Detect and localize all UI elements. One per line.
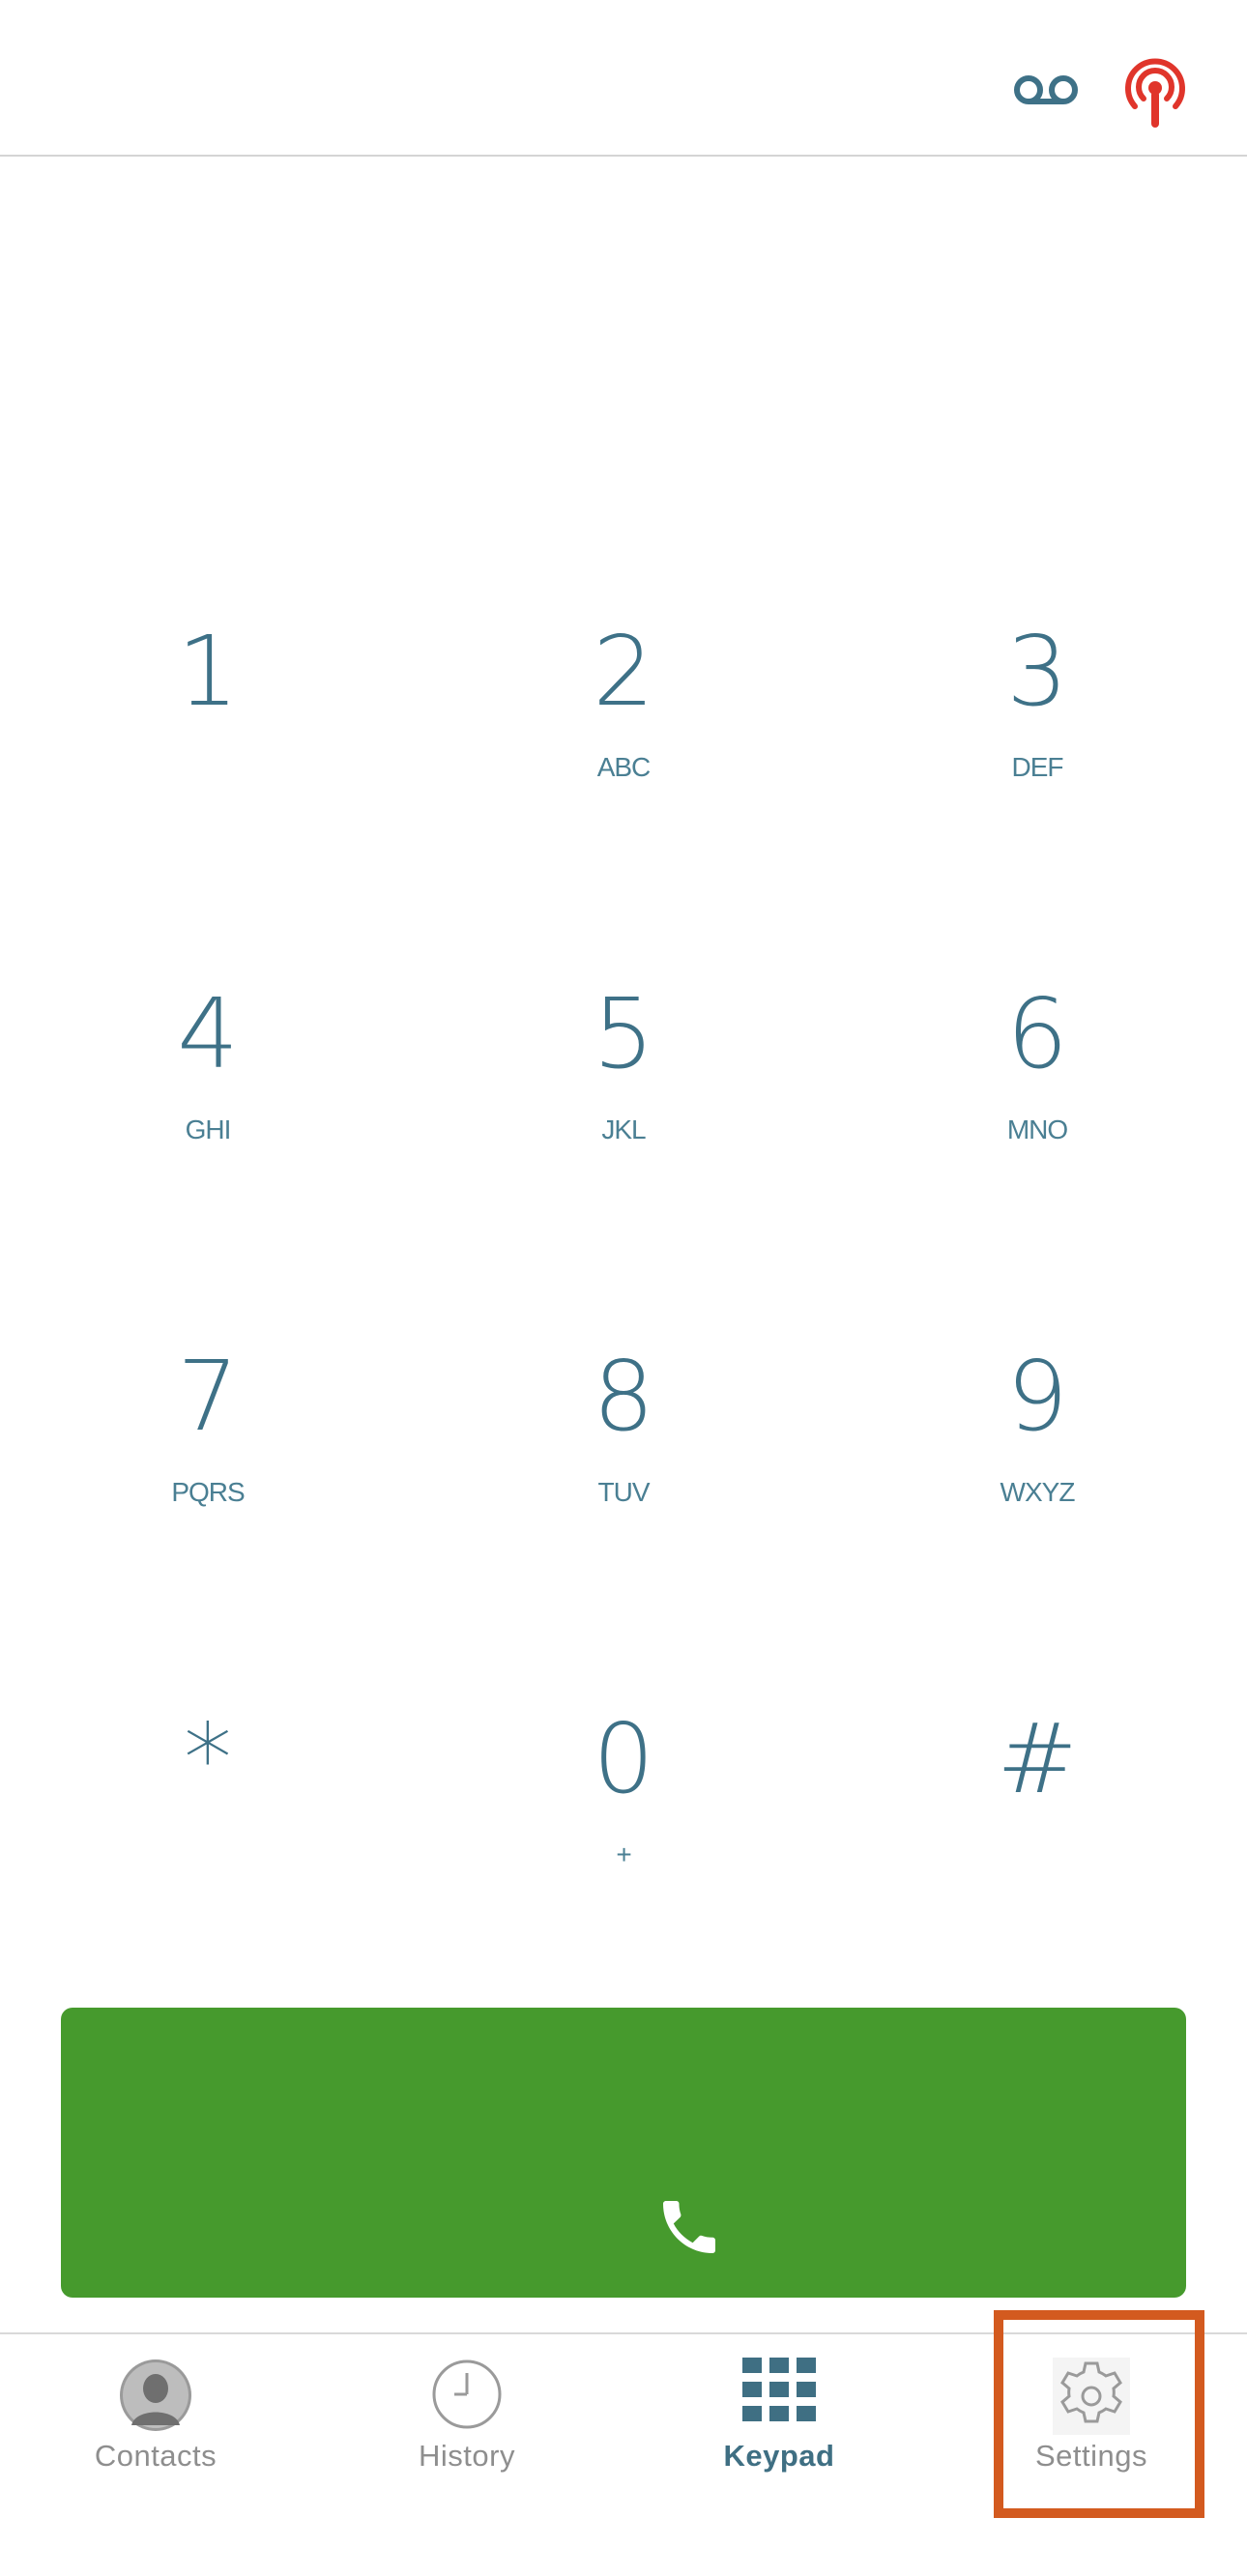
phone-icon: [663, 2201, 715, 2253]
key-letters: +: [616, 1839, 631, 1869]
tab-contacts[interactable]: Contacts: [0, 2334, 311, 2528]
key-8[interactable]: 8 TUV: [478, 1305, 768, 1595]
key-letters: MNO: [1006, 1114, 1068, 1144]
tab-bar: Contacts History Keypad Settings: [0, 2332, 1247, 2576]
key-4[interactable]: 4 GHI: [63, 942, 353, 1232]
key-digit: 4: [177, 977, 239, 1090]
contacts-icon: [120, 2359, 191, 2431]
key-star[interactable]: *: [63, 1667, 353, 1957]
tab-label: Keypad: [723, 2439, 835, 2473]
key-digit: 0: [593, 1702, 654, 1815]
broadcast-icon[interactable]: [1121, 56, 1189, 130]
key-digit: #: [997, 1702, 1078, 1815]
key-letters: PQRS: [171, 1477, 245, 1507]
key-letters: GHI: [185, 1114, 232, 1144]
key-7[interactable]: 7 PQRS: [63, 1305, 353, 1595]
gear-icon: [1053, 2358, 1130, 2435]
tab-label: Contacts: [94, 2439, 218, 2473]
key-3[interactable]: 3 DEF: [892, 580, 1182, 870]
key-digit: 3: [1006, 615, 1068, 728]
top-bar: [0, 0, 1247, 157]
key-2[interactable]: 2 ABC: [478, 580, 768, 870]
tab-keypad[interactable]: Keypad: [624, 2334, 935, 2528]
key-9[interactable]: 9 WXYZ: [892, 1305, 1182, 1595]
key-5[interactable]: 5 JKL: [478, 942, 768, 1232]
key-digit: 7: [177, 1340, 239, 1453]
voicemail-icon[interactable]: [1013, 72, 1079, 107]
key-letters: ABC: [596, 752, 652, 782]
call-button[interactable]: [61, 2008, 1186, 2298]
tab-label: History: [419, 2439, 515, 2473]
tab-label: Settings: [1034, 2439, 1147, 2473]
key-letters: DEF: [1011, 752, 1064, 782]
key-letters: TUV: [597, 1477, 651, 1507]
keypad-grid-icon: [742, 2358, 816, 2421]
clock-icon: [432, 2359, 502, 2429]
key-0[interactable]: 0 +: [478, 1667, 768, 1957]
key-digit: 9: [1006, 1340, 1068, 1453]
key-digit: 1: [177, 615, 239, 728]
tab-history[interactable]: History: [311, 2334, 623, 2528]
key-letters: JKL: [601, 1114, 646, 1144]
key-digit: 6: [1006, 977, 1068, 1090]
key-hash[interactable]: #: [892, 1667, 1182, 1957]
tab-settings[interactable]: Settings: [936, 2334, 1247, 2528]
key-digit: 5: [593, 977, 654, 1090]
key-digit: 8: [593, 1340, 654, 1453]
key-1[interactable]: 1: [63, 580, 353, 870]
key-digit: *: [184, 1702, 232, 1815]
key-6[interactable]: 6 MNO: [892, 942, 1182, 1232]
key-letters: WXYZ: [1000, 1477, 1076, 1507]
key-digit: 2: [593, 615, 654, 728]
